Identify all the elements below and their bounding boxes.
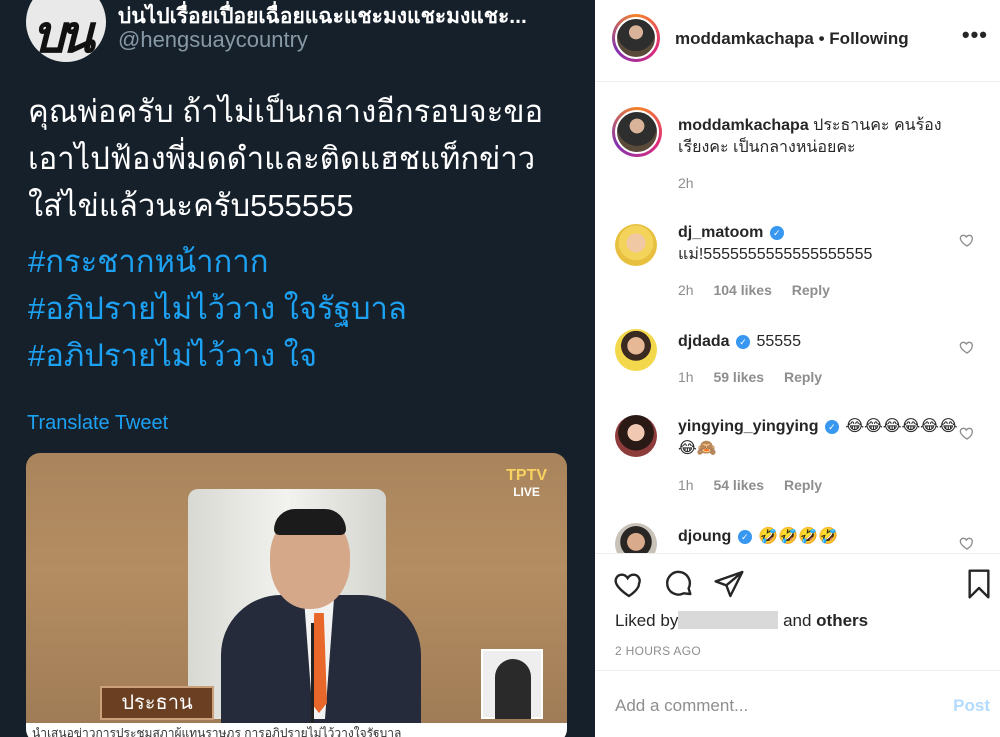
liked-by-others-link[interactable]: others (816, 611, 868, 630)
channel-live-label: LIVE (513, 485, 540, 499)
hashtag-link[interactable]: #กระชากหน้ากาก (28, 238, 578, 285)
comment-username[interactable]: yingying_yingying (678, 418, 818, 435)
comment-username[interactable]: djdada (678, 333, 730, 350)
comment-username[interactable]: dj_matoom (678, 224, 763, 241)
header-username-row: moddamkachapa • Following (675, 29, 909, 49)
comment-input[interactable] (615, 693, 915, 719)
channel-logo-text: TPTV (506, 467, 547, 484)
liked-by-user-redacted[interactable] (678, 611, 779, 629)
verified-badge-icon: ✓ (736, 335, 751, 349)
microphone (311, 623, 314, 723)
speaker-hair (274, 509, 346, 535)
caption-text: moddamkachapa ประธานคะ คนร้องเรียงคะ เป็… (678, 115, 968, 159)
liked-by: Liked by and others (615, 611, 868, 631)
comment-time[interactable]: 2h (678, 282, 694, 298)
add-comment-bar: Post (595, 670, 1000, 737)
comment-body: แม่!5555555555555555555 (678, 246, 873, 263)
like-heart-icon[interactable] (959, 535, 975, 551)
liked-by-prefix: Liked by (615, 611, 679, 630)
hashtag-link[interactable]: #อภิปรายไม่ไว้วาง ใจรัฐบาล (28, 285, 578, 332)
tweet-body-line: ใส่ไข่แล้วนะครับ555555 (28, 188, 354, 223)
like-heart-icon[interactable] (613, 568, 645, 600)
verified-badge-icon: ✓ (737, 530, 752, 544)
instagram-panel: moddamkachapa • Following ••• moddamkach… (595, 0, 1000, 737)
post-comment-button[interactable]: Post (953, 696, 990, 716)
verified-badge-icon: ✓ (769, 226, 784, 240)
tweet-handle[interactable]: @hengsuaycountry (118, 27, 308, 53)
comment-meta: 2h 104 likes Reply (678, 282, 830, 298)
comments-list[interactable]: moddamkachapa ประธานคะ คนร้องเรียงคะ เป็… (595, 83, 1000, 553)
tweet-avatar[interactable]: บน (26, 0, 106, 62)
like-heart-icon[interactable] (959, 232, 975, 248)
comment-meta: 1h 54 likes Reply (678, 477, 822, 493)
post-actions: Liked by and others 2 HOURS AGO Post (595, 553, 1000, 737)
nameplate: ประธาน (100, 686, 214, 720)
bookmark-icon[interactable] (963, 568, 995, 600)
tweet-avatar-logo: บน (32, 4, 95, 62)
comment-text: dj_matoom ✓ แม่!5555555555555555555 (678, 222, 963, 266)
comment-avatar[interactable] (615, 523, 657, 553)
more-horizontal-icon[interactable]: ••• (962, 22, 988, 48)
following-status[interactable]: • Following (819, 29, 909, 48)
liked-by-and: and (783, 611, 812, 630)
tweet-hashtags: #กระชากหน้ากาก #อภิปรายไม่ไว้วาง ใจรัฐบา… (28, 238, 578, 379)
avatar-image (615, 110, 659, 154)
comment-avatar[interactable] (615, 329, 657, 371)
post-header: moddamkachapa • Following ••• (595, 0, 1000, 82)
translate-tweet-link[interactable]: Translate Tweet (27, 412, 168, 435)
comment-username[interactable]: djoung (678, 528, 731, 545)
caption-time[interactable]: 2h (678, 175, 694, 191)
tweet-media-image[interactable]: TPTV LIVE ประธาน นำเสนอข่าวการประชุมสภาผ… (26, 453, 567, 737)
reply-button[interactable]: Reply (784, 369, 822, 385)
avatar-image (615, 17, 657, 59)
post-timestamp[interactable]: 2 HOURS AGO (615, 644, 701, 658)
hashtag-link[interactable]: #อภิปรายไม่ไว้วาง ใจ (28, 332, 578, 379)
caption-avatar[interactable] (612, 107, 662, 157)
share-send-icon[interactable] (713, 568, 745, 600)
comment-meta: 1h 59 likes Reply (678, 369, 822, 385)
comment-time[interactable]: 1h (678, 369, 694, 385)
comment-time[interactable]: 1h (678, 477, 694, 493)
comment-text: djdada ✓ 55555 (678, 331, 963, 353)
comment-likes[interactable]: 59 likes (713, 369, 764, 385)
reply-button[interactable]: Reply (784, 477, 822, 493)
caption-username[interactable]: moddamkachapa (678, 117, 809, 134)
tweet-body-line: เอาไปฟ้องพี่มดดำและติดแฮชแท็กข่าว (28, 141, 536, 176)
header-avatar[interactable] (612, 14, 660, 62)
comment-likes[interactable]: 54 likes (713, 477, 764, 493)
header-username[interactable]: moddamkachapa (675, 29, 814, 48)
comment-avatar[interactable] (615, 224, 657, 266)
like-heart-icon[interactable] (959, 339, 975, 355)
tweet-body: คุณพ่อครับ ถ้าไม่เป็นกลางอีกรอบจะขอ เอาไ… (28, 88, 578, 229)
comment-likes[interactable]: 104 likes (713, 282, 771, 298)
comment-bubble-icon[interactable] (663, 568, 695, 600)
comment-body: 🤣🤣🤣🤣 (758, 528, 838, 545)
reply-button[interactable]: Reply (792, 282, 830, 298)
like-heart-icon[interactable] (959, 425, 975, 441)
sign-language-interpreter (481, 649, 543, 719)
verified-badge-icon: ✓ (824, 420, 839, 434)
comment-text: yingying_yingying ✓ 😂😂😂😂😂😂😂🙈 (678, 416, 963, 460)
tweet-body-line: คุณพ่อครับ ถ้าไม่เป็นกลางอีกรอบจะขอ (28, 94, 544, 129)
channel-logo: TPTV LIVE (506, 467, 547, 499)
comment-body: 55555 (756, 333, 801, 350)
comment-text: djoung ✓ 🤣🤣🤣🤣 (678, 526, 963, 548)
news-ticker: นำเสนอข่าวการประชุมสภาผู้แทนราษฎร การอภิ… (26, 723, 567, 737)
comment-avatar[interactable] (615, 415, 657, 457)
tweet-screenshot: บน บ่นไปเรื่อยเปื่อยเฉื่อยแฉะแชะมงแชะมงแ… (0, 0, 595, 737)
